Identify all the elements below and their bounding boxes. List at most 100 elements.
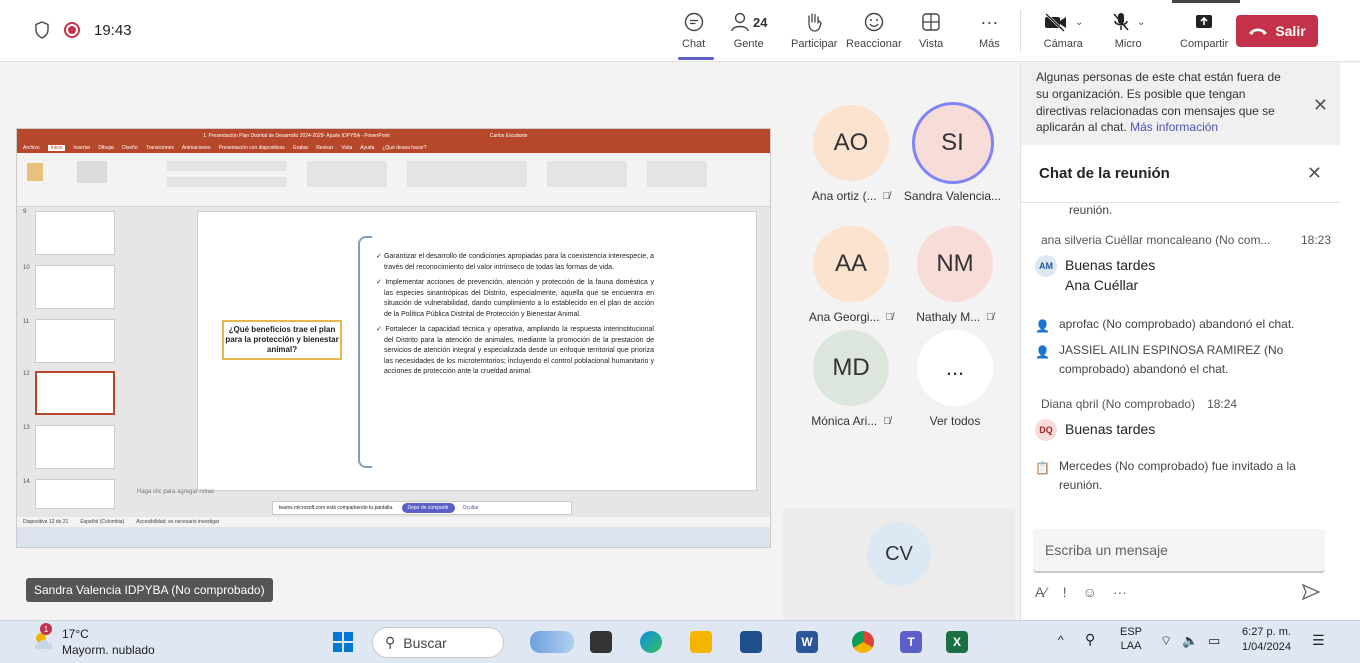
recording-icon — [64, 22, 80, 38]
widgets-icon[interactable] — [530, 631, 574, 653]
message-bubble: Buenas tardes Ana Cuéllar — [1065, 257, 1156, 294]
language-indicator[interactable]: ESP LAA — [1120, 625, 1142, 654]
chrome-icon[interactable] — [852, 631, 874, 653]
share-button[interactable]: Compartir — [1180, 8, 1228, 50]
file-explorer-icon[interactable] — [690, 631, 712, 653]
camera-chevron-icon[interactable]: ⌄ — [1075, 17, 1083, 28]
compose-toolbar: A⁄ ! ☺ ··· — [1035, 584, 1327, 600]
person-left-icon: 👤 — [1035, 345, 1050, 359]
meeting-timer: 19:43 — [94, 21, 132, 39]
avatar: SI — [914, 105, 991, 181]
task-view-icon[interactable] — [590, 631, 612, 653]
slide-brace — [358, 236, 372, 468]
mic-chevron-icon[interactable]: ⌄ — [1137, 17, 1145, 28]
leave-button[interactable]: Salir — [1236, 15, 1318, 47]
ppt-title-bar: 1. Presentación Plan Distrital de Desarr… — [17, 129, 770, 143]
slide-thumbnails: 9 10 11 12 13 14 — [17, 207, 129, 517]
hide-banner-link[interactable]: Ocultar — [463, 505, 479, 511]
more-button[interactable]: ··· Más — [979, 8, 1000, 51]
avatar: NM — [917, 226, 993, 302]
chat-button[interactable]: Chat — [682, 8, 705, 50]
external-notice: Algunas personas de este chat están fuer… — [1021, 63, 1340, 145]
battery-icon[interactable]: ▭ — [1208, 633, 1220, 649]
mic-off-icon — [1113, 13, 1129, 31]
excel-icon[interactable]: X — [946, 631, 968, 653]
participant-video-tile[interactable]: CV — [783, 508, 1015, 620]
people-button[interactable]: 24 Gente — [730, 8, 767, 50]
shared-screen[interactable]: 1. Presentación Plan Distrital de Desarr… — [16, 128, 771, 548]
notifications-icon[interactable]: ☰ — [1312, 632, 1325, 649]
presenter-name-tag: Sandra Valencia IDPYBA (No comprobado) — [26, 578, 273, 602]
chat-header: Chat de la reunión ✕ — [1021, 145, 1340, 203]
close-chat-icon[interactable]: ✕ — [1307, 163, 1322, 184]
participant-tile[interactable]: AA Ana Georgi... 🎙̸ — [796, 226, 906, 324]
system-message: 👤 aprofac (No comprobado) abandonó el ch… — [1035, 315, 1325, 336]
share-screen-icon — [1196, 15, 1213, 28]
people-count: 24 — [753, 14, 768, 30]
chat-messages[interactable]: reunión. ana silveria Cuéllar moncaleano… — [1021, 203, 1341, 521]
more-options-icon[interactable]: ··· — [1113, 584, 1127, 600]
wifi-icon[interactable]: ⌔ — [1160, 633, 1172, 649]
toolbar-divider — [1020, 10, 1021, 52]
ppt-status-bar: Diapositiva 12 de 21 Español (Colombia) … — [17, 517, 770, 527]
mic-off-icon: 🎙̸ — [882, 190, 891, 202]
notes-placeholder[interactable]: Haga clic para agregar notas — [137, 489, 214, 495]
slide-thumb[interactable] — [35, 211, 115, 255]
clock[interactable]: 6:27 p. m. 1/04/2024 — [1242, 625, 1291, 655]
slide-canvas[interactable]: ¿Qué beneficios trae el plan para la pro… — [197, 211, 757, 491]
participant-tile[interactable]: MD Mónica Ari... 🎙̸ — [796, 330, 906, 428]
windows-taskbar: 1 17°C Mayorm. nublado ⚲ Buscar W T X ^ … — [0, 620, 1360, 663]
word-icon[interactable]: W — [796, 631, 818, 653]
format-icon[interactable]: A⁄ — [1035, 584, 1047, 600]
slide-thumb[interactable] — [35, 319, 115, 363]
message-input[interactable]: Escriba un mensaje — [1033, 529, 1325, 573]
participant-tile[interactable]: AO Ana ortiz (... 🎙̸ — [796, 105, 906, 203]
camera-button[interactable]: ⌄ Cámara — [1043, 8, 1083, 50]
react-button[interactable]: Reaccionar — [846, 8, 902, 50]
slide-thumb[interactable] — [35, 479, 115, 509]
message-bubble: Buenas tardes — [1065, 421, 1156, 437]
avatar: DQ — [1035, 419, 1057, 441]
view-button[interactable]: Vista — [919, 8, 943, 50]
active-tab-indicator — [678, 57, 714, 60]
stop-sharing-button[interactable]: Dejar de compartir — [401, 503, 455, 513]
slide-thumb-selected[interactable] — [35, 371, 115, 415]
more-info-link[interactable]: Más información — [1130, 120, 1218, 134]
chat-icon — [684, 12, 703, 32]
mic-button[interactable]: ⌄ Micro — [1111, 8, 1145, 50]
mail-icon[interactable] — [740, 631, 762, 653]
more-icon: ... — [917, 330, 993, 406]
ppt-ribbon — [17, 153, 770, 207]
avatar: MD — [813, 330, 889, 406]
hand-icon — [808, 13, 822, 32]
more-icon: ··· — [980, 11, 999, 32]
shared-taskbar — [17, 527, 770, 547]
close-notice-icon[interactable]: ✕ — [1313, 93, 1328, 118]
tray-chevron-icon[interactable]: ^ — [1058, 633, 1064, 647]
chat-panel: Algunas personas de este chat están fuer… — [1020, 63, 1340, 620]
participant-tile[interactable]: NM Nathaly M... 🎙̸ — [900, 226, 1010, 324]
send-icon[interactable] — [1302, 584, 1320, 600]
avatar: AO — [813, 105, 889, 181]
priority-icon[interactable]: ! — [1063, 584, 1067, 600]
raise-hand-button[interactable]: Participar — [791, 8, 837, 50]
emoji-icon[interactable]: ☺ — [1083, 584, 1097, 600]
windows-start-icon[interactable] — [332, 631, 354, 653]
slide-thumb[interactable] — [35, 265, 115, 309]
taskbar-search[interactable]: ⚲ Buscar — [372, 627, 504, 658]
message-header: ana silveria Cuéllar moncaleano (No com.… — [1041, 233, 1331, 247]
slide-thumb[interactable] — [35, 425, 115, 469]
participant-tile[interactable]: SI Sandra Valencia... — [895, 105, 1010, 203]
hang-up-icon — [1249, 28, 1268, 35]
shield-icon — [35, 21, 49, 39]
people-icon — [731, 12, 749, 32]
system-message: 📋 Mercedes (No comprobado) fue invitado … — [1035, 457, 1325, 495]
edge-icon[interactable] — [640, 631, 662, 653]
volume-icon[interactable]: 🔈 — [1182, 633, 1198, 649]
slide-bullets: ✓ Garantizar el desarrollo de condicione… — [376, 253, 654, 375]
location-icon[interactable]: ⚲ — [1085, 631, 1095, 648]
window-edge — [1340, 63, 1360, 620]
ppt-ribbon-tabs: Archivo Inicio Insertar Dibujar Diseño T… — [17, 143, 770, 153]
see-all-participants[interactable]: ... Ver todos — [900, 330, 1010, 428]
teams-icon[interactable]: T — [900, 631, 922, 653]
